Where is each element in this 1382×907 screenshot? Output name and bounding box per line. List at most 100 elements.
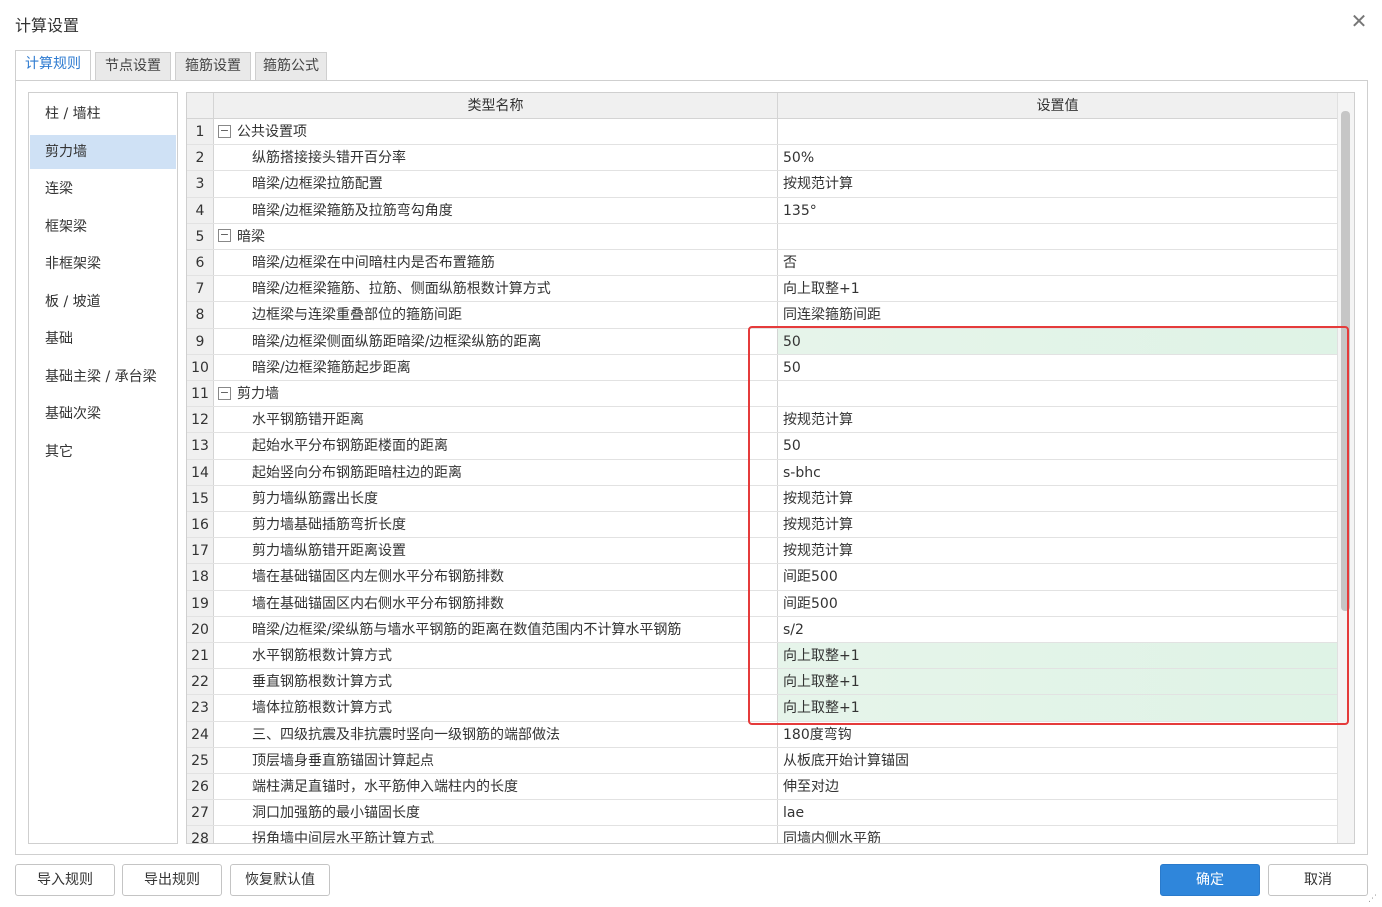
setting-value-cell[interactable]	[778, 119, 1337, 144]
table-row[interactable]: 22 垂直钢筋根数计算方式 向上取整+1	[187, 669, 1337, 696]
sidebar-item[interactable]: 板 / 坡道	[30, 285, 176, 319]
sidebar-item[interactable]: 非框架梁	[30, 247, 176, 281]
setting-value-cell[interactable]: lae	[778, 800, 1337, 825]
type-name-cell: 暗梁/边框梁拉筋配置	[214, 171, 778, 197]
table-row[interactable]: 23 墙体拉筋根数计算方式 向上取整+1	[187, 695, 1337, 722]
row-number: 4	[187, 197, 214, 223]
table-row[interactable]: 7 暗梁/边框梁箍筋、拉筋、侧面纵筋根数计算方式 向上取整+1	[187, 276, 1337, 303]
table-row[interactable]: 1− 公共设置项	[187, 119, 1337, 146]
export-rules-button[interactable]: 导出规则	[122, 864, 222, 896]
type-name-label: 起始竖向分布钢筋距暗柱边的距离	[252, 464, 462, 481]
close-icon[interactable]: ✕	[1348, 10, 1370, 32]
table-row[interactable]: 5− 暗梁	[187, 223, 1337, 250]
setting-value-cell[interactable]: 间距500	[778, 564, 1337, 589]
type-name-label: 暗梁/边框梁在中间暗柱内是否布置箍筋	[252, 255, 495, 271]
import-rules-button[interactable]: 导入规则	[15, 864, 115, 896]
setting-value-cell[interactable]: 伸至对边	[778, 774, 1337, 799]
ok-button[interactable]: 确定	[1160, 864, 1260, 896]
table-row[interactable]: 4 暗梁/边框梁箍筋及拉筋弯勾角度 135°	[187, 197, 1337, 224]
table-row[interactable]: 17 剪力墙纵筋错开距离设置 按规范计算	[187, 538, 1337, 565]
table-row[interactable]: 15 剪力墙纵筋露出长度 按规范计算	[187, 485, 1337, 512]
table-row[interactable]: 21 水平钢筋根数计算方式 向上取整+1	[187, 643, 1337, 670]
setting-value-cell[interactable]: 向上取整+1	[778, 695, 1337, 721]
table-row[interactable]: 9 暗梁/边框梁侧面纵筋距暗梁/边框梁纵筋的距离 50	[187, 328, 1337, 355]
setting-value-cell[interactable]: 间距500	[778, 591, 1337, 616]
type-name-label: 暗梁/边框梁箍筋及拉筋弯勾角度	[252, 202, 453, 219]
table-row[interactable]: 16 剪力墙基础插筋弯折长度 按规范计算	[187, 512, 1337, 539]
setting-value-cell[interactable]: 50	[778, 433, 1337, 458]
setting-value-cell[interactable]: 180度弯钩	[778, 722, 1337, 747]
sidebar-item[interactable]: 其它	[30, 435, 176, 469]
row-number: 24	[187, 721, 214, 747]
sidebar-item[interactable]: 基础次梁	[30, 397, 176, 431]
row-number: 5	[187, 223, 214, 249]
table-row[interactable]: 8 边框梁与连梁重叠部位的箍筋间距 同连梁箍筋间距	[187, 302, 1337, 329]
setting-value-cell[interactable]: 50	[778, 328, 1337, 354]
setting-value-cell[interactable]: 按规范计算	[778, 538, 1337, 563]
collapse-icon[interactable]: −	[218, 124, 231, 138]
setting-value-cell[interactable]: 按规范计算	[778, 486, 1337, 511]
sidebar-item[interactable]: 柱 / 墙柱	[30, 97, 176, 131]
resize-grip-icon[interactable]: ⋰	[1368, 893, 1380, 905]
setting-value-cell[interactable]: 按规范计算	[778, 171, 1337, 196]
tab-stirrup-settings[interactable]: 箍筋设置	[175, 52, 251, 80]
setting-value-cell[interactable]: 50%	[778, 145, 1337, 170]
setting-value-cell[interactable]: 50	[778, 355, 1337, 380]
table-row[interactable]: 2 纵筋搭接接头错开百分率 50%	[187, 145, 1337, 172]
table-row[interactable]: 28 拐角墙中间层水平筋计算方式 同墙内侧水平筋	[187, 826, 1337, 843]
cancel-button[interactable]: 取消	[1268, 864, 1368, 896]
collapse-icon[interactable]: −	[218, 386, 231, 400]
setting-value-cell[interactable]: 同墙内侧水平筋	[778, 826, 1337, 843]
type-name-cell: 起始竖向分布钢筋距暗柱边的距离	[214, 459, 778, 485]
sidebar-item[interactable]: 基础主梁 / 承台梁	[30, 360, 176, 394]
restore-defaults-button[interactable]: 恢复默认值	[230, 864, 330, 896]
setting-value-cell[interactable]: 向上取整+1	[778, 643, 1337, 669]
setting-value-cell[interactable]: 同连梁箍筋间距	[778, 302, 1337, 327]
setting-value-cell[interactable]: s-bhc	[778, 460, 1337, 485]
setting-value-cell[interactable]: 按规范计算	[778, 512, 1337, 537]
setting-value-cell[interactable]	[778, 224, 1337, 249]
table-row[interactable]: 19 墙在基础锚固区内右侧水平分布钢筋排数 间距500	[187, 590, 1337, 617]
table-row[interactable]: 14 起始竖向分布钢筋距暗柱边的距离 s-bhc	[187, 459, 1337, 486]
setting-value-cell[interactable]: 向上取整+1	[778, 276, 1337, 301]
setting-value-cell[interactable]: s/2	[778, 617, 1337, 642]
setting-value-cell[interactable]: 向上取整+1	[778, 669, 1337, 695]
table-row[interactable]: 20 暗梁/边框梁/梁纵筋与墙水平钢筋的距离在数值范围内不计算水平钢筋 s/2	[187, 616, 1337, 643]
row-number: 23	[187, 695, 214, 721]
table-row[interactable]: 3 暗梁/边框梁拉筋配置 按规范计算	[187, 171, 1337, 198]
row-number: 13	[187, 433, 214, 459]
setting-value-cell[interactable]	[778, 381, 1337, 406]
table-row[interactable]: 6 暗梁/边框梁在中间暗柱内是否布置箍筋 否	[187, 250, 1337, 277]
type-name-cell: 三、四级抗震及非抗震时竖向一级钢筋的端部做法	[214, 721, 778, 747]
table-row[interactable]: 10 暗梁/边框梁箍筋起步距离 50	[187, 354, 1337, 381]
table-row[interactable]: 27 洞口加强筋的最小锚固长度 lae	[187, 800, 1337, 827]
type-name-label: 纵筋搭接接头错开百分率	[252, 150, 406, 167]
table-row[interactable]: 25 顶层墙身垂直筋锚固计算起点 从板底开始计算锚固	[187, 747, 1337, 774]
tab-calc-rules[interactable]: 计算规则	[15, 50, 91, 81]
table-row[interactable]: 26 端柱满足直锚时，水平筋伸入端柱内的长度 伸至对边	[187, 774, 1337, 801]
type-name-cell: 墙在基础锚固区内左侧水平分布钢筋排数	[214, 564, 778, 590]
setting-value-cell[interactable]: 按规范计算	[778, 407, 1337, 432]
table-row[interactable]: 18 墙在基础锚固区内左侧水平分布钢筋排数 间距500	[187, 564, 1337, 591]
dialog-titlebar: 计算设置 ✕	[0, 0, 1382, 44]
type-name-label: 墙在基础锚固区内左侧水平分布钢筋排数	[252, 569, 504, 586]
collapse-icon[interactable]: −	[218, 229, 231, 243]
scrollbar-thumb[interactable]	[1341, 111, 1350, 611]
setting-value-cell[interactable]: 从板底开始计算锚固	[778, 748, 1337, 773]
setting-value-cell[interactable]: 135°	[778, 198, 1337, 223]
tab-node-settings[interactable]: 节点设置	[95, 52, 171, 80]
type-name-cell: 暗梁/边框梁/梁纵筋与墙水平钢筋的距离在数值范围内不计算水平钢筋	[214, 616, 778, 642]
sidebar-item[interactable]: 框架梁	[30, 210, 176, 244]
tab-stirrup-formula[interactable]: 箍筋公式	[255, 52, 327, 80]
table-row[interactable]: 24 三、四级抗震及非抗震时竖向一级钢筋的端部做法 180度弯钩	[187, 721, 1337, 748]
table-row[interactable]: 11− 剪力墙	[187, 381, 1337, 408]
type-name-label: 剪力墙	[237, 386, 279, 402]
type-name-label: 剪力墙纵筋露出长度	[252, 490, 378, 507]
table-row[interactable]: 12 水平钢筋错开距离 按规范计算	[187, 407, 1337, 434]
sidebar-item[interactable]: 连梁	[30, 172, 176, 206]
sidebar-item[interactable]: 基础	[30, 322, 176, 356]
sidebar-item[interactable]: 剪力墙	[30, 134, 176, 169]
table-row[interactable]: 13 起始水平分布钢筋距楼面的距离 50	[187, 433, 1337, 460]
row-number: 2	[187, 145, 214, 171]
setting-value-cell[interactable]: 否	[778, 250, 1337, 275]
